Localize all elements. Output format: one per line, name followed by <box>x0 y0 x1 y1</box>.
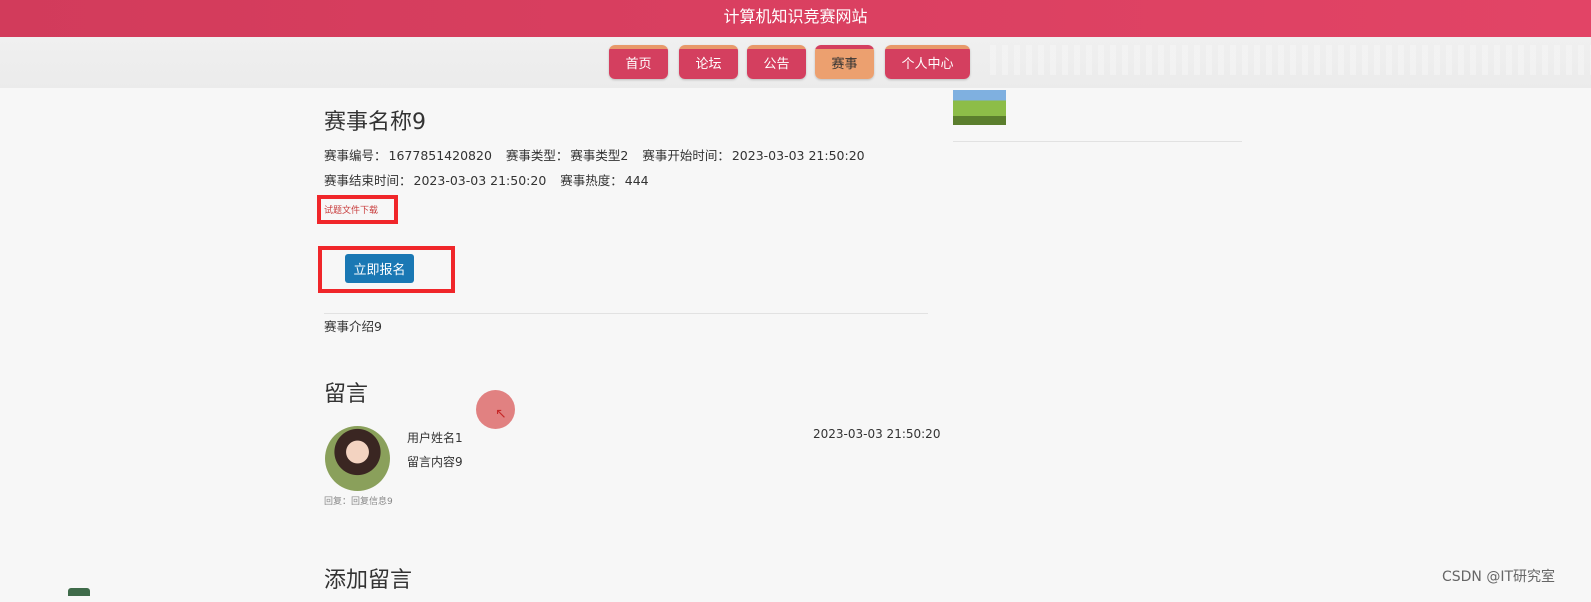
download-file-link[interactable]: 试题文件下载 <box>324 203 378 216</box>
event-type-label: 赛事类型： <box>505 148 569 163</box>
add-comment-heading: 添加留言 <box>324 568 413 593</box>
comment-user-name: 用户姓名1 <box>407 431 463 445</box>
comment-time: 2023-03-03 21:50:20 <box>813 427 941 441</box>
event-start-label: 赛事开始时间： <box>642 148 730 163</box>
event-end-label: 赛事结束时间： <box>324 173 412 188</box>
event-number: 1677851420820 <box>388 148 492 163</box>
mouse-pointer-icon: ↖ <box>495 406 507 422</box>
site-header: 计算机知识竞赛网站 <box>0 0 1591 37</box>
event-number-label: 赛事编号： <box>324 148 387 163</box>
sidebar-divider <box>953 141 1242 142</box>
event-type: 赛事类型2 <box>570 148 629 163</box>
event-meta-row-2: 赛事结束时间： 2023-03-03 21:50:20 赛事热度： 444 <box>324 170 659 189</box>
main-nav: 首页 论坛 公告 赛事 个人中心 <box>0 37 1591 88</box>
nav-personal-center[interactable]: 个人中心 <box>885 45 970 79</box>
nav-events[interactable]: 赛事 <box>815 45 874 79</box>
nav-home[interactable]: 首页 <box>609 45 668 79</box>
event-heat: 444 <box>624 173 649 188</box>
watermark: CSDN @IT研究室 <box>1441 569 1555 585</box>
avatar <box>325 426 390 491</box>
event-intro: 赛事介绍9 <box>324 319 382 334</box>
comment-reply: 回复：回复信息9 <box>324 497 393 507</box>
site-title: 计算机知识竞赛网站 <box>723 7 868 26</box>
nav-announcement[interactable]: 公告 <box>747 45 806 79</box>
intro-divider <box>324 313 928 314</box>
event-end: 2023-03-03 21:50:20 <box>413 173 547 188</box>
comments-heading: 留言 <box>324 382 369 407</box>
signup-button[interactable]: 立即报名 <box>345 254 414 283</box>
event-start: 2023-03-03 21:50:20 <box>731 148 865 163</box>
event-title: 赛事名称9 <box>324 110 426 135</box>
corner-decoration <box>68 588 90 596</box>
event-heat-label: 赛事热度： <box>560 173 623 188</box>
nav-forum[interactable]: 论坛 <box>679 45 738 79</box>
event-thumbnail[interactable] <box>953 90 1006 125</box>
comment-content: 留言内容9 <box>407 455 463 469</box>
event-meta-row-1: 赛事编号： 1677851420820 赛事类型： 赛事类型2 赛事开始时间： 202… <box>324 145 875 164</box>
